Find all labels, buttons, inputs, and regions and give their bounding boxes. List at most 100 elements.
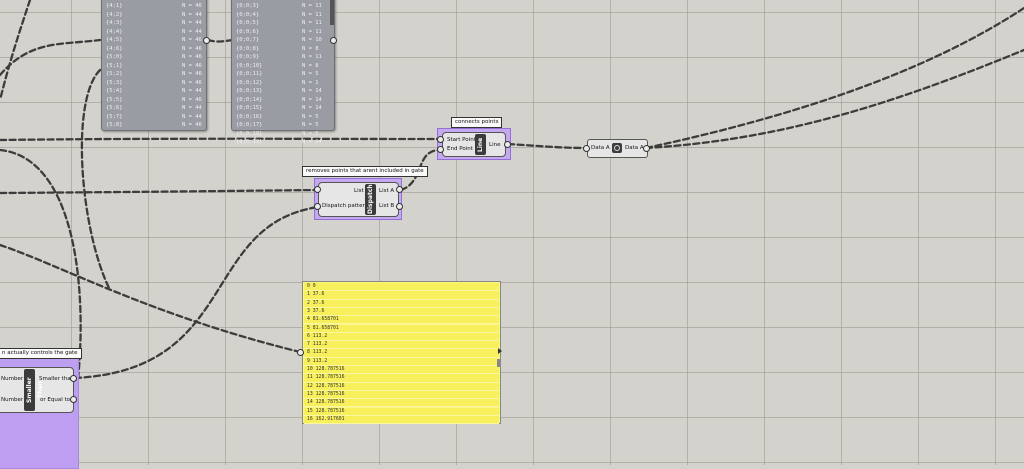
- row-path: {5;1}: [106, 62, 123, 69]
- wire: [0, 188, 322, 195]
- row-count: N = 46: [182, 122, 202, 128]
- row-count: N = 10: [302, 37, 322, 43]
- yellow-panel-row: 13 128.787516: [304, 390, 499, 400]
- line-output[interactable]: Line: [489, 142, 500, 148]
- smaller-component-name: Smaller Than: [24, 369, 44, 411]
- yellow-panel-row: 8 113.2: [304, 349, 499, 358]
- dispatch-component[interactable]: List Dispatch pattern Dispatch List A Li…: [318, 182, 399, 217]
- row-path: {0;0;12}: [236, 79, 263, 86]
- yellow-panel-row: 16 162.917601: [304, 415, 499, 425]
- param-viewer-panel-left[interactable]: {4;1} N = 46 {4;2} N = 44 {4;3} N = 44 {4;4} N …: [101, 0, 207, 131]
- data-output-grip[interactable]: [643, 145, 650, 152]
- row-path: {4;2}: [106, 11, 123, 18]
- yellow-panel-output-arrow[interactable]: [498, 348, 502, 354]
- row-path: {4;6}: [106, 45, 123, 52]
- data-icon: [612, 143, 622, 153]
- yellow-panel-row: 12 128.787516: [304, 382, 499, 391]
- yellow-panel-row: 5 81.658701: [304, 324, 499, 333]
- line-component-name: Line: [475, 134, 486, 155]
- dispatch-pattern-input[interactable]: Dispatch pattern: [322, 203, 368, 209]
- row-count: N = 1: [302, 79, 319, 86]
- row-path: {0;0;8}: [236, 45, 260, 52]
- end-point-input[interactable]: End Point: [447, 146, 473, 152]
- data-output[interactable]: Data A: [625, 145, 644, 151]
- dispatch-output-grip[interactable]: [396, 203, 403, 210]
- yellow-panel-row: 1 37.6: [304, 291, 499, 300]
- row-path: {4;4}: [106, 28, 123, 35]
- row-count: N = 44: [182, 20, 202, 26]
- row-count: N = 5: [302, 130, 319, 137]
- yellow-data-panel[interactable]: 0 01 37.6 2 37.6 3 37.6 4 81.658701 5 81.658…: [302, 281, 501, 425]
- line-input-grip[interactable]: [437, 136, 444, 143]
- panel-row: {5;8} N = 46: [106, 122, 202, 131]
- row-count: N = 14: [302, 105, 322, 111]
- row-count: N = 11: [302, 54, 322, 60]
- data-component[interactable]: Data A Data A: [587, 139, 648, 158]
- or-equal-output[interactable]: or Equal to: [40, 397, 70, 403]
- panel-scrollbar[interactable]: [330, 0, 334, 25]
- dispatch-component-label: removes points that arent included in ga…: [302, 166, 428, 177]
- row-path: {5;6}: [106, 105, 123, 111]
- panel-row: {0;0;19} N = 14: [236, 139, 330, 148]
- row-count: N = 44: [182, 11, 202, 18]
- list-a-output[interactable]: List A: [379, 188, 394, 194]
- wire: [0, 137, 442, 142]
- row-count: N = 8: [302, 62, 319, 69]
- row-count: N = 46: [182, 45, 202, 52]
- data-input[interactable]: Data A: [591, 145, 610, 151]
- row-count: N = 14: [302, 96, 322, 103]
- yellow-panel-row: 6 113.2: [304, 332, 499, 342]
- dispatch-input-grip[interactable]: [314, 203, 321, 210]
- data-input-grip[interactable]: [583, 145, 590, 152]
- list-b-output[interactable]: List B: [379, 203, 394, 209]
- row-count: N = 46: [182, 96, 202, 103]
- yellow-panel-input-grip[interactable]: [297, 349, 304, 356]
- smaller-than-output[interactable]: Smaller than: [39, 376, 74, 382]
- wire: [206, 38, 234, 43]
- smaller-output-grip[interactable]: [70, 396, 77, 403]
- row-path: {0;0;4}: [236, 11, 260, 18]
- yellow-panel-row: 7 113.2: [304, 341, 499, 350]
- row-path: {0;0;14}: [236, 96, 263, 103]
- start-point-input[interactable]: Start Point: [447, 137, 476, 143]
- output-grip[interactable]: [203, 37, 210, 44]
- smaller-output-grip[interactable]: [70, 375, 77, 382]
- smaller-than-component[interactable]: Number Number Smaller Than Smaller than …: [0, 367, 74, 413]
- wire: [644, 6, 1024, 150]
- line-component[interactable]: Start Point End Point Line Line: [442, 132, 506, 157]
- yellow-panel-row: 0 0: [304, 283, 499, 292]
- row-count: N = 46: [182, 3, 202, 9]
- line-component-label: connects points: [451, 117, 503, 128]
- yellow-panel-row: 2 37.6: [304, 299, 499, 308]
- line-output-grip[interactable]: [504, 141, 511, 148]
- line-input-grip[interactable]: [437, 146, 444, 153]
- row-path: {0;0;11}: [236, 71, 263, 77]
- dispatch-output-grip[interactable]: [396, 186, 403, 193]
- row-count: N = 44: [182, 113, 202, 120]
- wire: [644, 48, 1024, 150]
- list-input[interactable]: List: [354, 188, 364, 194]
- dispatch-input-grip[interactable]: [314, 186, 321, 193]
- row-path: {5;7}: [106, 113, 123, 120]
- number-input-b[interactable]: Number: [1, 397, 23, 403]
- row-path: {0;0;18}: [236, 130, 263, 137]
- row-count: N = 11: [302, 3, 322, 9]
- yellow-panel-row: 3 37.6: [304, 307, 499, 317]
- param-viewer-panel-right[interactable]: {0;0;3} N = 11 {0;0;4} N = 11 {0;0;5} N = 11 {…: [231, 0, 335, 145]
- row-count: N = 46: [182, 79, 202, 86]
- wire: [0, 243, 302, 354]
- row-path: {4;5}: [106, 37, 123, 43]
- row-count: N = 11: [302, 28, 322, 35]
- row-count: N = 5: [302, 113, 319, 120]
- row-count: N = 44: [182, 88, 202, 94]
- row-path: {0;0;13}: [236, 88, 263, 94]
- output-grip[interactable]: [330, 37, 337, 44]
- row-count: N = 46: [182, 62, 202, 69]
- smaller-component-label: n actually controls the gate: [0, 348, 82, 359]
- row-path: {0;0;6}: [236, 28, 260, 35]
- panel-scroll-handle[interactable]: [497, 359, 501, 367]
- number-input-a[interactable]: Number: [1, 376, 23, 382]
- row-count: N = 8: [302, 45, 319, 52]
- wire: [506, 142, 590, 150]
- row-path: {5;3}: [106, 79, 123, 86]
